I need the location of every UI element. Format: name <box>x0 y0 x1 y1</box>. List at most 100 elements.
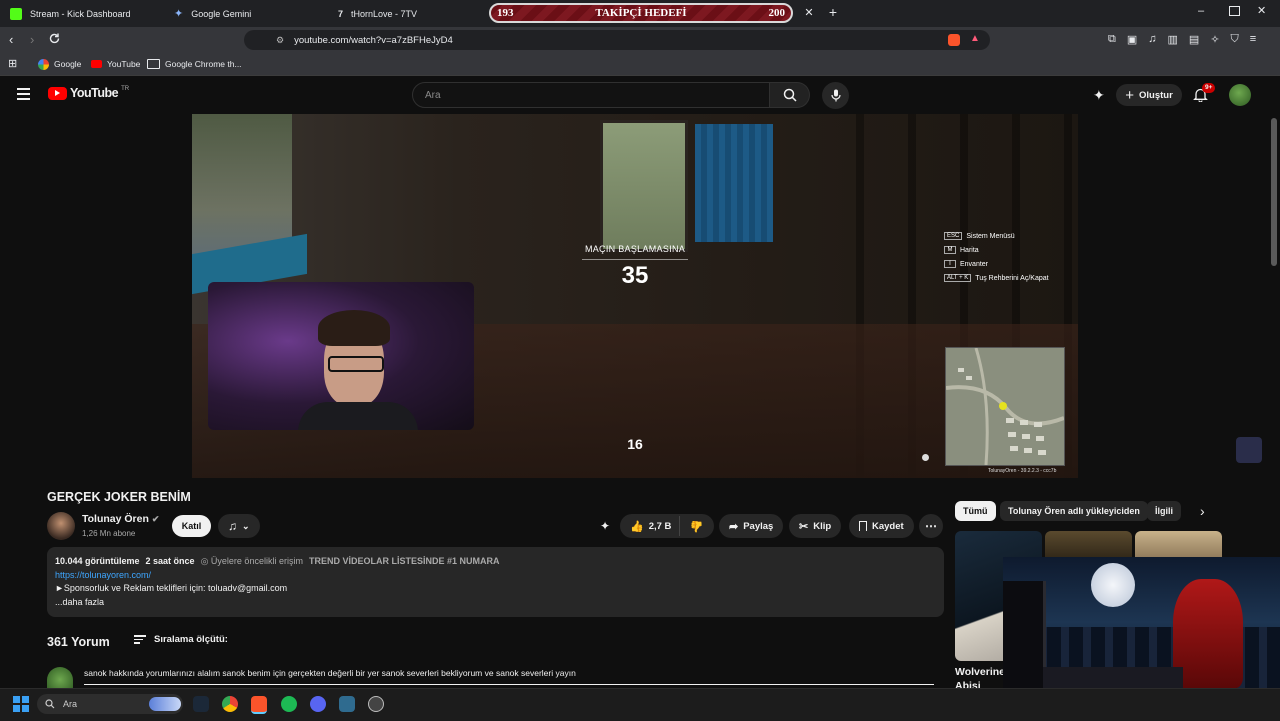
restore-icon[interactable] <box>1229 6 1240 16</box>
ai-sparkle-icon[interactable]: ✦ <box>1093 87 1105 104</box>
commenter-avatar <box>47 667 73 688</box>
join-button[interactable]: Katıl <box>172 515 211 537</box>
back-icon[interactable]: ‹ <box>9 32 13 47</box>
bookmark-chrome-folder[interactable]: Google Chrome th... <box>147 56 242 72</box>
forward-icon[interactable]: › <box>30 32 34 47</box>
subscription-bell-button[interactable]: ♫ ⌄ <box>218 514 260 538</box>
chip-from-uploader[interactable]: Tolunay Ören adlı yükleyiciden <box>1000 501 1148 521</box>
search-button[interactable] <box>770 82 810 108</box>
upload-age: 2 saat önce <box>145 556 195 566</box>
chip-related[interactable]: İlgili <box>1147 501 1181 521</box>
comment-input[interactable]: sanok hakkında yorumlarınızı alalım sano… <box>84 668 934 678</box>
tab-google-gemini[interactable]: ✦ Google Gemini <box>174 0 324 27</box>
miniplayer-thumbnail[interactable] <box>1236 437 1262 463</box>
like-count: 2,7 B <box>648 520 672 532</box>
streamer-hair <box>318 310 390 346</box>
site-info-icon[interactable]: ⚙ <box>276 35 284 46</box>
new-tab-button[interactable]: + <box>826 4 840 20</box>
sort-icon <box>134 635 146 644</box>
key-hint-i: I Envanter <box>944 260 1049 268</box>
player-position-dot <box>922 454 929 461</box>
bookmark-label: Google Chrome th... <box>165 59 242 69</box>
subscriber-count: 1,26 Mn abone <box>82 529 136 538</box>
page-scrollbar[interactable] <box>1271 118 1277 266</box>
obs-icon[interactable] <box>368 696 384 712</box>
search-input[interactable]: Ara <box>412 82 770 108</box>
match-start-label: MAÇIN BAŞLAMASINA <box>584 244 686 254</box>
account-avatar[interactable] <box>1229 84 1251 106</box>
key-hint-esc: ESC Sistem Menüsü <box>944 232 1049 240</box>
close-tab-icon[interactable]: ✕ <box>802 6 816 20</box>
kick-icon <box>10 7 22 20</box>
show-more-link[interactable]: ...daha fazla <box>55 597 104 607</box>
dislike-button[interactable]: 👍 <box>680 514 714 538</box>
brave-rewards-icon[interactable]: ▲ <box>970 33 980 44</box>
voice-search-button[interactable] <box>822 82 849 109</box>
apps-grid-icon[interactable]: ⊞ <box>8 57 17 70</box>
url-text: youtube.com/watch?v=a7zBFHeJyD4 <box>294 34 453 46</box>
leo-icon[interactable]: ✧ <box>1210 33 1219 46</box>
brave-browser-icon[interactable] <box>251 696 267 714</box>
hamburger-menu-icon[interactable] <box>17 88 30 100</box>
channel-name[interactable]: Tolunay Ören ✔ <box>82 513 159 525</box>
bookmark-google[interactable]: Google <box>38 56 81 72</box>
chrome-icon[interactable] <box>222 696 238 712</box>
bell-icon: ♫ <box>228 519 237 533</box>
browser-tab-strip: Stream - Kick Dashboard ✦ Google Gemini … <box>0 0 1280 27</box>
discord-icon[interactable] <box>310 696 326 712</box>
minimap-caption: TolunayOren - 39.2.2.3 - ccc7b <box>988 468 1057 474</box>
screenshot-icon[interactable]: ▣ <box>1127 33 1137 46</box>
chevron-right-icon[interactable]: › <box>1200 503 1205 519</box>
clip-button[interactable]: ✂ Klip <box>789 514 842 538</box>
app-icon-1[interactable] <box>339 696 355 712</box>
key-hint-alt-k: ALT + K Tuş Rehberini Aç/Kapat <box>944 274 1049 282</box>
description-box[interactable]: 10.044 görüntüleme 2 saat önce ◎ Üyelere… <box>47 547 944 617</box>
spotify-icon[interactable] <box>281 696 297 712</box>
brave-shield-icon[interactable] <box>948 34 960 46</box>
bookmark-youtube[interactable]: YouTube <box>91 56 140 72</box>
reload-icon[interactable] <box>48 32 61 45</box>
sort-label: Sıralama ölçütü: <box>154 634 228 645</box>
bookmarks-bar: ⊞ Google YouTube Google Chrome th... <box>0 53 1280 76</box>
create-button[interactable]: + Oluştur <box>1116 84 1182 106</box>
notification-badge: 9+ <box>1202 83 1216 93</box>
vpn-icon[interactable]: ⛉ <box>1231 33 1239 46</box>
steam-icon[interactable] <box>193 696 209 712</box>
notifications-button[interactable]: 9+ <box>1193 83 1216 102</box>
comment-count: 361 Yorum <box>47 635 110 649</box>
share-button[interactable]: ➦ Paylaş <box>719 514 784 538</box>
address-bar[interactable]: ⚙ youtube.com/watch?v=a7zBFHeJyD4 ▲ <box>244 30 990 50</box>
extensions-icon[interactable]: ⧉ <box>1108 33 1116 46</box>
description-link[interactable]: https://tolunayoren.com/ <box>55 570 151 580</box>
chip-all[interactable]: Tümü <box>955 501 996 521</box>
wallet-icon[interactable]: ▤ <box>1189 33 1199 46</box>
thumbs-down-icon: 👍 <box>690 519 704 532</box>
tab-7tv[interactable]: 7 tHornLove - 7TV <box>338 0 486 27</box>
menu-icon[interactable]: ≡ <box>1250 33 1256 46</box>
like-button[interactable]: 👍 2,7 B <box>620 514 684 538</box>
recommended-title[interactable]: Wolverine <box>955 666 1005 678</box>
sidebar-icon[interactable]: ▥ <box>1168 33 1178 46</box>
channel-avatar[interactable] <box>47 512 75 540</box>
save-button[interactable]: Kaydet <box>849 514 914 538</box>
tab-kick-dashboard[interactable]: Stream - Kick Dashboard <box>10 0 160 27</box>
taskbar-search[interactable]: Ara <box>37 694 183 714</box>
video-player[interactable]: MAÇIN BAŞLAMASINA 35 16 ESC Sistem Menüsü… <box>192 114 1078 478</box>
players-alive-count: 16 <box>627 436 643 452</box>
view-count: 10.044 görüntüleme <box>55 556 140 566</box>
youtube-logo[interactable]: YouTube TR <box>48 86 129 100</box>
taskbar-search-placeholder: Ara <box>63 699 78 709</box>
share-icon: ➦ <box>729 520 739 533</box>
window-opening <box>600 120 688 252</box>
goal-label: TAKİPÇİ HEDEFİ <box>595 7 687 19</box>
music-icon[interactable]: ♫ <box>1148 33 1156 46</box>
ai-ask-icon[interactable]: ✦ <box>600 519 610 533</box>
tab-label: tHornLove - 7TV <box>351 8 418 19</box>
sort-comments-button[interactable]: Sıralama ölçütü: <box>134 634 228 645</box>
windows-start-icon[interactable] <box>13 696 29 712</box>
close-window-icon[interactable]: ✕ <box>1257 4 1266 17</box>
more-actions-icon[interactable]: ⋯ <box>919 514 943 538</box>
members-access: ◎ Üyelere öncelikli erişim <box>200 556 303 566</box>
thumbs-up-icon: 👍 <box>630 520 644 533</box>
minimize-icon[interactable]: – <box>1198 5 1210 17</box>
